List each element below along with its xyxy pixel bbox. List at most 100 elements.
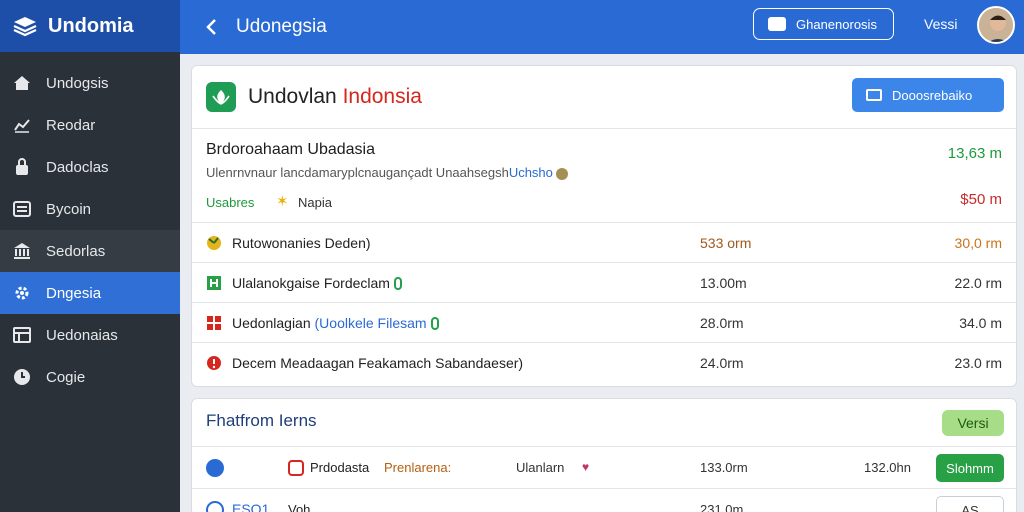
coin-icon <box>555 167 568 180</box>
item-value-1: 133.0rm <box>700 460 748 475</box>
company-logo <box>206 82 236 112</box>
flower-icon <box>207 235 221 250</box>
item-value-1: 231.0m <box>700 502 744 512</box>
gear-icon <box>12 283 32 303</box>
sidebar-item-label: Bycoin <box>46 200 92 218</box>
chart-icon <box>12 115 32 135</box>
card-title: Undovlan Indonsia <box>248 85 422 109</box>
page-title: Udonegsia <box>236 16 327 37</box>
sidebar-item-label: Dadoclas <box>46 158 109 176</box>
status-pill-icon <box>393 277 402 291</box>
table-row[interactable]: Ulalanokgaise Fordeclam 13.00m 22.0 rm <box>192 263 1016 303</box>
details-card: Undovlan Indonsia Dooosrebaiko Brdoroaha… <box>191 65 1017 387</box>
row-label: Ulalanokgaise Fordeclam <box>232 275 402 291</box>
top-bar: Udonegsia Ghanenorosis Vessi <box>180 0 1024 54</box>
card-action-label: Dooosrebaiko <box>892 87 973 103</box>
table-icon <box>12 325 32 345</box>
row-value-right: 34.0 m <box>959 314 1002 331</box>
clock-icon <box>12 367 32 387</box>
sidebar-item-sedorlas[interactable]: Sedorlas <box>0 230 180 272</box>
sidebar-item-label: Cogie <box>46 368 86 386</box>
card-title-highlight: Indonsia <box>342 85 422 108</box>
summary-section: Brdoroahaam Ubadasia Ulenrnvnaur lancdam… <box>192 129 1016 223</box>
list-item[interactable]: ESQ1 Voh 231.0m AS <box>192 489 1016 512</box>
sidebar-item-label: Dngesia <box>46 284 102 302</box>
item-code: ESQ1 <box>232 501 270 512</box>
list-icon <box>12 199 32 219</box>
sidebar-item-dadoclas[interactable]: Dadoclas <box>0 146 180 188</box>
app-title: Undomia <box>48 14 134 37</box>
item-owner: Ulanlarn <box>516 460 565 475</box>
card-title: Fhatfrom Ierns <box>206 411 317 430</box>
bank-icon <box>12 241 32 261</box>
row-value-right: 23.0 rm <box>954 355 1002 371</box>
table-row[interactable]: Uedonlagian (Uoolkele Filesam 28.0rm 34.… <box>192 303 1016 343</box>
row-value-mid: 24.0rm <box>700 355 744 371</box>
row-label: Uedonlagian (Uoolkele Filesam <box>232 315 439 331</box>
lock-icon <box>12 157 32 177</box>
message-icon <box>768 17 786 31</box>
sidebar-item-uedonaias[interactable]: Uedonaias <box>0 314 180 356</box>
item-value-2: 132.0hn <box>864 460 911 475</box>
status-dot-icon <box>206 459 224 477</box>
row-value-mid: 533 orm <box>700 234 752 251</box>
row-value-mid: 28.0rm <box>700 314 744 331</box>
sidebar: Undomia Undogsis Reodar Dadoclas Bycoin … <box>0 0 180 512</box>
sidebar-item-dngesia[interactable]: Dngesia <box>0 272 180 314</box>
summary-subtitle: Ulenrnvnaur lancdamaryplcnaugançadt Unaa… <box>206 165 568 180</box>
items-card: Fhatfrom Ierns Versi Prdodasta Prenlaren… <box>191 398 1017 512</box>
avatar[interactable] <box>977 6 1015 44</box>
table-row[interactable]: Decem Meadaagan Feakamach Sabandaeser) 2… <box>192 343 1016 383</box>
list-item[interactable]: Prdodasta Prenlarena: Ulanlarn ♥ 133.0rm… <box>192 447 1016 489</box>
sidebar-item-label: Reodar <box>46 116 96 134</box>
row-value-right: 22.0 rm <box>954 274 1002 291</box>
row-label: Decem Meadaagan Feakamach Sabandaeser) <box>232 355 524 371</box>
user-name[interactable]: Vessi <box>924 16 957 32</box>
version-badge[interactable]: Versi <box>942 410 1004 436</box>
item-secondary-button[interactable]: AS <box>936 496 1004 512</box>
app-brand[interactable]: Undomia <box>0 0 180 52</box>
grid-icon <box>207 315 221 330</box>
sparkle-icon: ✶ <box>276 193 289 210</box>
summary-tag: Usabres <box>206 195 255 210</box>
sidebar-item-label: Undogsis <box>46 74 109 92</box>
item-name: Voh <box>288 502 311 512</box>
status-pill-icon <box>430 317 439 331</box>
home-icon <box>12 73 32 93</box>
status-ring-icon <box>206 501 224 512</box>
row-label: Rutowonanies Deden) <box>232 234 371 251</box>
row-label-text: Ulalanokgaise Fordeclam <box>232 274 390 291</box>
sidebar-item-undogsis[interactable]: Undogsis <box>0 62 180 104</box>
alert-icon <box>207 356 221 370</box>
top-action-label: Ghanenorosis <box>796 16 877 32</box>
row-value-mid: 13.00m <box>700 274 747 291</box>
item-action-button[interactable]: Slohmm <box>936 454 1004 482</box>
heart-icon[interactable]: ♥ <box>582 460 589 474</box>
back-arrow-icon[interactable] <box>200 15 224 39</box>
card-header: Undovlan Indonsia Dooosrebaiko <box>192 66 1016 129</box>
card-header: Fhatfrom Ierns Versi <box>192 399 1016 447</box>
row-label-text: Uedonlagian <box>232 314 315 331</box>
layers-icon <box>13 17 37 37</box>
summary-place: Napia <box>298 195 332 210</box>
item-category: Prenlarena: <box>384 460 452 475</box>
sidebar-item-label: Sedorlas <box>46 242 106 260</box>
sidebar-item-cogie[interactable]: Cogie <box>0 356 180 398</box>
summary-value-secondary: $50 m <box>960 191 1002 208</box>
item-name: Prdodasta <box>310 460 370 475</box>
summary-subtitle-link[interactable]: Uchsho <box>509 165 553 180</box>
row-value-right: 30,0 rm <box>954 234 1002 251</box>
row-label-link[interactable]: (Uoolkele Filesam <box>315 315 427 331</box>
summary-title: Brdoroahaam Ubadasia <box>206 141 375 158</box>
sidebar-item-label: Uedonaias <box>46 326 118 344</box>
top-action-button[interactable]: Ghanenorosis <box>753 8 894 40</box>
card-title-main: Undovlan <box>248 85 343 108</box>
card-icon <box>866 89 882 101</box>
sidebar-item-bycoin[interactable]: Bycoin <box>0 188 180 230</box>
card-action-button[interactable]: Dooosrebaiko <box>852 78 1004 112</box>
sidebar-item-reodar[interactable]: Reodar <box>0 104 180 146</box>
tree-icon <box>207 275 221 290</box>
table-row[interactable]: Rutowonanies Deden) 533 orm 30,0 rm <box>192 223 1016 263</box>
summary-value-primary: 13,63 m <box>947 145 1002 162</box>
summary-subtitle-text: Ulenrnvnaur lancdamaryplcnaugançadt Unaa… <box>206 165 509 180</box>
